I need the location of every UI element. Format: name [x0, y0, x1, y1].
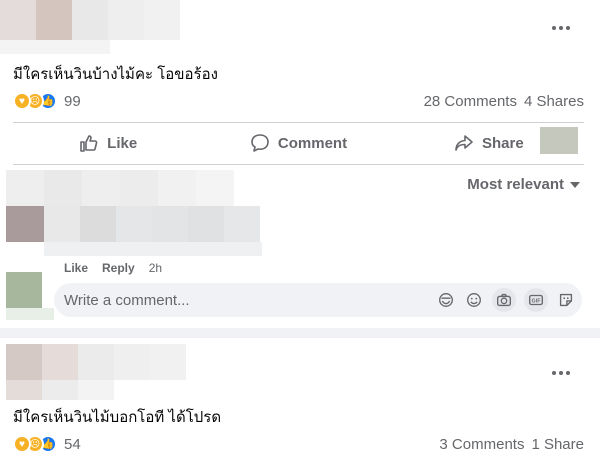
- comment-reply-link[interactable]: Reply: [102, 261, 135, 275]
- like-button[interactable]: Like: [13, 123, 203, 163]
- comment-like-link[interactable]: Like: [64, 261, 88, 275]
- camera-icon[interactable]: [492, 288, 516, 312]
- comments-count[interactable]: 28 Comments: [424, 93, 517, 110]
- comments-count[interactable]: 3 Comments: [439, 436, 524, 453]
- comment-composer[interactable]: GIF: [54, 283, 582, 317]
- post-card: มีใครเห็นวินบ้างไม้คะ โอขอร้อง ♥ ☹ 👍 99 …: [0, 0, 600, 328]
- comment-input[interactable]: [64, 291, 424, 309]
- shares-count[interactable]: 4 Shares: [524, 93, 584, 110]
- comment-label: Comment: [277, 134, 348, 152]
- shares-count[interactable]: 1 Share: [531, 436, 584, 453]
- post-text: มีใครเห็นวินบ้างไม้คะ โอขอร้อง: [13, 66, 218, 83]
- like-label: Like: [107, 134, 138, 152]
- caret-down-icon: [570, 181, 580, 188]
- svg-text:GIF: GIF: [532, 298, 542, 304]
- blurred-thumbnail: [540, 127, 578, 154]
- user-avatar-bottom: [6, 308, 54, 320]
- emoji-icon[interactable]: [464, 290, 484, 310]
- divider: [13, 164, 584, 165]
- post-card: มีใครเห็นวินไม้บอกโอที ได้โปรด ♥ ☹ 👍 54 …: [0, 338, 600, 458]
- gif-icon[interactable]: GIF: [524, 288, 548, 312]
- thumbs-up-icon: [80, 135, 98, 152]
- post-action-bar: Like Comment Share: [13, 123, 584, 163]
- share-arrow-icon: [455, 135, 473, 151]
- comment-actions: Like Reply 2h: [64, 261, 162, 275]
- engagement-counts: 3 Comments 1 Share: [439, 436, 584, 453]
- composer-icons: GIF: [436, 288, 576, 312]
- blurred-comment: [6, 206, 260, 242]
- share-label: Share: [481, 134, 524, 152]
- more-options-button[interactable]: [546, 363, 576, 383]
- blurred-comment-bottom: [44, 242, 262, 256]
- sort-label: Most relevant: [467, 176, 564, 193]
- blurred-author-header: [6, 344, 186, 380]
- comment-time: 2h: [148, 261, 163, 275]
- reaction-count: 99: [64, 92, 81, 110]
- more-options-button[interactable]: [546, 18, 576, 38]
- post-text: มีใครเห็นวินไม้บอกโอที ได้โปรด: [13, 409, 222, 426]
- blurred-author-header: [0, 0, 180, 40]
- reaction-count: 54: [64, 435, 81, 453]
- comment-button[interactable]: Comment: [203, 123, 393, 163]
- sticker-icon[interactable]: [436, 290, 456, 310]
- care-icon: ♥: [13, 92, 31, 110]
- comment-bubble-icon: [251, 134, 269, 152]
- reactions-summary[interactable]: ♥ ☹ 👍 99: [13, 91, 81, 111]
- sticker-square-icon[interactable]: [556, 290, 576, 310]
- user-avatar: [6, 272, 42, 308]
- blurred-author-subtitle: [6, 380, 114, 400]
- blurred-author-subtitle: [0, 40, 110, 54]
- care-icon: ♥: [13, 435, 31, 453]
- reactions-summary[interactable]: ♥ ☹ 👍 54: [13, 434, 81, 454]
- engagement-counts: 28 Comments 4 Shares: [424, 93, 584, 110]
- sort-dropdown[interactable]: Most relevant: [467, 176, 580, 193]
- blurred-comment-header: [6, 170, 234, 206]
